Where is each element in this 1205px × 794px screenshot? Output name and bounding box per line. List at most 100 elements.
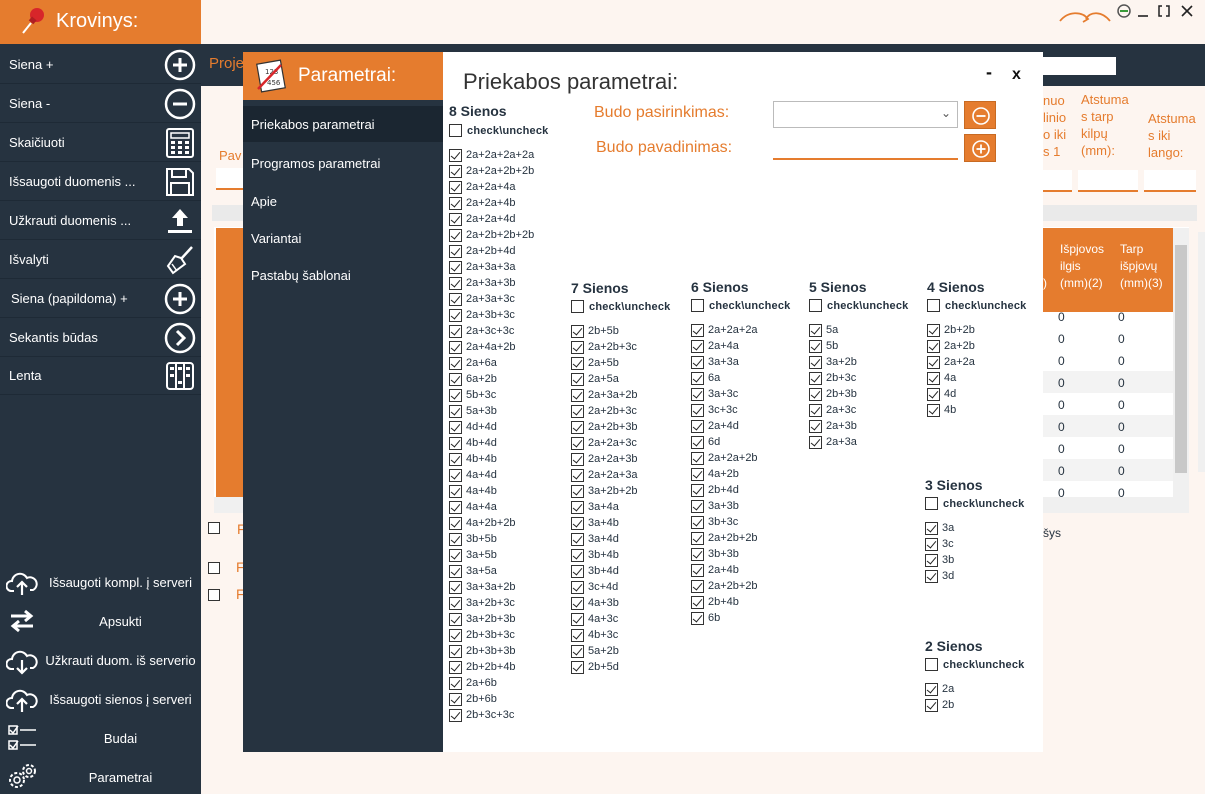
wall-option[interactable]: 2a+2a+4b xyxy=(449,195,534,211)
checkbox[interactable] xyxy=(571,340,584,354)
checkbox[interactable] xyxy=(449,596,462,610)
checkbox[interactable] xyxy=(691,451,704,465)
checkbox[interactable] xyxy=(449,340,462,354)
checkbox[interactable] xyxy=(691,435,704,449)
wall-option[interactable]: 2a+4a xyxy=(691,338,758,354)
wall-option[interactable]: 4b+4b xyxy=(449,451,534,467)
wall-option[interactable]: 5b+3c xyxy=(449,387,534,403)
checkbox[interactable] xyxy=(449,124,462,137)
checkbox[interactable] xyxy=(691,595,704,609)
checkbox[interactable] xyxy=(449,580,462,594)
wall-option[interactable]: 6b xyxy=(691,610,758,626)
wall-option[interactable]: 5a+3b xyxy=(449,403,534,419)
wall-option[interactable]: 2a+2b+2b xyxy=(691,578,758,594)
wall-option[interactable]: 2a+2b xyxy=(927,338,975,354)
checkbox[interactable] xyxy=(809,387,822,401)
checkbox[interactable] xyxy=(571,420,584,434)
wall-option[interactable]: 4d+4d xyxy=(449,419,534,435)
checkbox[interactable] xyxy=(809,419,822,433)
wall-option[interactable]: 2b+3b+3c xyxy=(449,627,534,643)
wall-option[interactable]: 4a+2b+2b xyxy=(449,515,534,531)
checkbox[interactable] xyxy=(571,356,584,370)
wall-option[interactable]: 3a+4d xyxy=(571,531,638,547)
wall-option[interactable]: 2b+3c xyxy=(809,370,857,386)
wall-option[interactable]: 2a+5b xyxy=(571,355,638,371)
sidebar-item-siena-papildoma[interactable]: Siena (papildoma) + xyxy=(0,280,201,318)
checkbox[interactable] xyxy=(449,676,462,690)
wall-option[interactable]: 2a+2a+4d xyxy=(449,211,534,227)
checkbox[interactable] xyxy=(449,532,462,546)
wall-option[interactable]: 3a+4b xyxy=(571,515,638,531)
wall-option[interactable]: 3a+5a xyxy=(449,563,534,579)
wall-option[interactable]: 4a+4b xyxy=(449,483,534,499)
checkbox[interactable] xyxy=(571,452,584,466)
checkbox[interactable] xyxy=(927,403,940,417)
wall-option[interactable]: 3b+5b xyxy=(449,531,534,547)
checkbox[interactable] xyxy=(925,521,938,535)
checkbox[interactable] xyxy=(691,387,704,401)
wall-option[interactable]: 4a+2b xyxy=(691,466,758,482)
wall-option[interactable]: 3a+5b xyxy=(449,547,534,563)
checkbox[interactable] xyxy=(449,164,462,178)
budo-pavadinimas-input[interactable] xyxy=(773,137,958,160)
checkbox[interactable] xyxy=(449,276,462,290)
wall-option[interactable]: 2a+2b+3c xyxy=(571,403,638,419)
sidebar-btn-apsukti[interactable]: Apsukti xyxy=(0,602,201,641)
background-checkbox[interactable] xyxy=(208,522,220,534)
checkbox[interactable] xyxy=(927,299,940,312)
background-pav-input[interactable] xyxy=(216,168,246,190)
background-checkbox[interactable] xyxy=(208,589,220,601)
wall-option[interactable]: 2a+2a+2a+2a xyxy=(449,147,534,163)
power-icon[interactable] xyxy=(1117,4,1131,18)
wall-option[interactable]: 2a xyxy=(925,681,954,697)
modal-minimize-button[interactable]: - xyxy=(986,62,992,83)
wall-option[interactable]: 3d xyxy=(925,568,954,584)
wall-option[interactable]: 2a+3a+3b xyxy=(449,275,534,291)
wall-option[interactable]: 2b xyxy=(925,697,954,713)
checkbox[interactable] xyxy=(691,371,704,385)
wall-option[interactable]: 6a xyxy=(691,370,758,386)
checkbox[interactable] xyxy=(449,452,462,466)
wall-option[interactable]: 2b+3b+3b xyxy=(449,643,534,659)
wall-option[interactable]: 2a+6b xyxy=(449,675,534,691)
checkbox[interactable] xyxy=(571,404,584,418)
checkbox[interactable] xyxy=(925,569,938,583)
check-uncheck-toggle[interactable]: check\uncheck xyxy=(691,299,790,312)
wall-option[interactable]: 2b+2b+4b xyxy=(449,659,534,675)
wall-option[interactable]: 2a+2a xyxy=(927,354,975,370)
checkbox[interactable] xyxy=(449,324,462,338)
wall-option[interactable]: 4a+3b xyxy=(571,595,638,611)
checkbox[interactable] xyxy=(571,628,584,642)
checkbox[interactable] xyxy=(571,644,584,658)
background-outer-scroll[interactable] xyxy=(1198,232,1205,472)
checkbox[interactable] xyxy=(449,180,462,194)
wall-option[interactable]: 3a+3a+2b xyxy=(449,579,534,595)
wall-option[interactable]: 4a+4d xyxy=(449,467,534,483)
wall-option[interactable]: 2a+3a xyxy=(809,434,857,450)
wall-option[interactable]: 5a xyxy=(809,322,857,338)
maximize-window-icon[interactable] xyxy=(1158,5,1170,17)
wall-option[interactable]: 2a+2a+3a xyxy=(571,467,638,483)
wall-option[interactable]: 2a+2b+4d xyxy=(449,243,534,259)
wall-option[interactable]: 3c+4d xyxy=(571,579,638,595)
checkbox[interactable] xyxy=(449,292,462,306)
wall-option[interactable]: 2a+3c+3c xyxy=(449,323,534,339)
check-uncheck-toggle[interactable]: check\uncheck xyxy=(925,658,1024,671)
checkbox[interactable] xyxy=(449,692,462,706)
wall-option[interactable]: 5a+2b xyxy=(571,643,638,659)
nav-item-pastabu-sablonai[interactable]: Pastabų šablonai xyxy=(243,257,443,293)
checkbox[interactable] xyxy=(571,300,584,313)
background-vscroll-thumb[interactable] xyxy=(1175,245,1187,473)
wall-option[interactable]: 3a+4a xyxy=(571,499,638,515)
checkbox[interactable] xyxy=(925,682,938,696)
checkbox[interactable] xyxy=(809,371,822,385)
checkbox[interactable] xyxy=(691,499,704,513)
wall-option[interactable]: 3b+3b xyxy=(691,546,758,562)
sidebar-btn-load-from-server[interactable]: Užkrauti duom. iš serverio xyxy=(0,641,201,680)
sidebar-btn-save-wall-server[interactable]: Išsaugoti sienos į serveri xyxy=(0,680,201,719)
checkbox[interactable] xyxy=(809,339,822,353)
wall-option[interactable]: 2a+2b+3b xyxy=(571,419,638,435)
wall-option[interactable]: 2b+3b xyxy=(809,386,857,402)
wall-option[interactable]: 2b+5d xyxy=(571,659,638,675)
checkbox[interactable] xyxy=(449,516,462,530)
